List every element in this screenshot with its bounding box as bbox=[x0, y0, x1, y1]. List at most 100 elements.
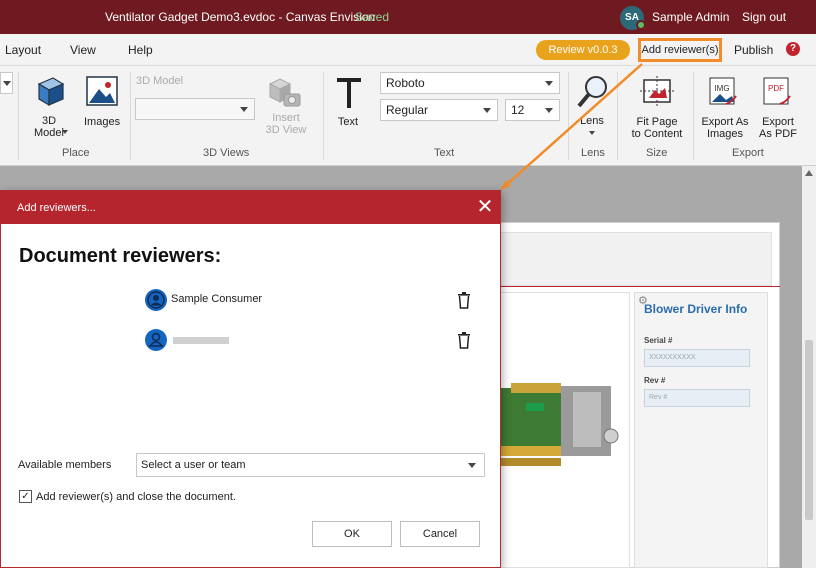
menu-layout[interactable]: Layout bbox=[5, 43, 41, 57]
chevron-down-icon bbox=[3, 81, 11, 86]
close-icon[interactable]: ✕ bbox=[475, 197, 495, 217]
trash-icon[interactable] bbox=[457, 291, 471, 312]
sign-out-link[interactable]: Sign out bbox=[742, 10, 786, 24]
export-images-button[interactable]: IMG bbox=[708, 76, 738, 111]
group-label-text: Text bbox=[434, 147, 455, 159]
lens-button[interactable] bbox=[576, 74, 610, 113]
export-pdf-label: Export As PDF bbox=[759, 116, 797, 140]
3d-model-caption: 3D Model bbox=[136, 75, 184, 87]
rev-field[interactable]: Rev # bbox=[644, 389, 750, 407]
model-view-region[interactable] bbox=[480, 292, 630, 568]
insert-3d-view-label: Insert 3D View bbox=[265, 112, 307, 136]
font-style-value: Regular bbox=[386, 103, 429, 117]
chevron-down-icon bbox=[468, 463, 476, 468]
user-name[interactable]: Sample Admin bbox=[652, 10, 729, 24]
ribbon-divider bbox=[18, 72, 19, 160]
group-label-place: Place bbox=[62, 147, 90, 159]
members-select[interactable]: Select a user or team bbox=[136, 453, 485, 477]
insert-3d-view-button[interactable] bbox=[266, 76, 302, 111]
cube-icon bbox=[37, 77, 65, 107]
header-divider bbox=[470, 286, 780, 287]
chevron-down-icon bbox=[240, 107, 248, 112]
menu-help[interactable]: Help bbox=[128, 43, 153, 57]
group-label-lens: Lens bbox=[581, 147, 605, 159]
lens-label: Lens bbox=[580, 115, 604, 127]
reviewers-heading: Document reviewers: bbox=[19, 245, 222, 267]
export-images-label: Export As Images bbox=[701, 116, 749, 140]
3d-model-button[interactable] bbox=[33, 74, 67, 111]
camera-cube-icon bbox=[268, 78, 301, 107]
rev-label: Rev # bbox=[644, 376, 666, 385]
font-size-value: 12 bbox=[511, 103, 525, 117]
dialog-title: Add reviewers... bbox=[17, 202, 96, 214]
ribbon-divider bbox=[323, 72, 324, 160]
reviewer-row bbox=[145, 329, 475, 353]
svg-text:IMG: IMG bbox=[714, 84, 729, 93]
trash-icon[interactable] bbox=[457, 331, 471, 352]
add-reviewers-dialog: Add reviewers... ✕ Document reviewers: S… bbox=[0, 190, 501, 568]
chevron-down-icon bbox=[545, 81, 553, 86]
magnifier-icon bbox=[577, 76, 607, 108]
user-avatar-icon bbox=[145, 289, 167, 311]
document-title: Ventilator Gadget Demo3.evdoc - Canvas E… bbox=[105, 10, 376, 24]
close-document-label[interactable]: Add reviewer(s) and close the document. bbox=[36, 491, 236, 503]
reviewer-row: Sample Consumer bbox=[145, 289, 475, 313]
info-panel-title: Blower Driver Info bbox=[644, 302, 748, 316]
scrollbar-thumb[interactable] bbox=[805, 340, 813, 520]
menu-bar: Layout View Help Review v0.0.3 Add revie… bbox=[0, 34, 816, 66]
serial-label: Serial # bbox=[644, 336, 673, 345]
add-reviewers-button[interactable]: Add reviewer(s) bbox=[638, 38, 722, 62]
reviewer-name: Sample Consumer bbox=[171, 293, 263, 305]
chevron-down-icon bbox=[483, 108, 491, 113]
3d-model-render[interactable] bbox=[491, 368, 641, 488]
document-header-region[interactable] bbox=[480, 232, 772, 286]
ribbon-divider bbox=[693, 72, 694, 160]
serial-placeholder: XXXXXXXXXX bbox=[649, 354, 696, 361]
pdf-file-icon: PDF bbox=[763, 77, 791, 105]
3d-model-select[interactable] bbox=[135, 98, 255, 120]
images-label: Images bbox=[84, 116, 121, 128]
font-family-value: Roboto bbox=[386, 76, 425, 90]
save-status: Saved bbox=[355, 10, 390, 24]
online-status-icon bbox=[636, 20, 646, 30]
chevron-down-icon bbox=[545, 108, 553, 113]
export-pdf-button[interactable]: PDF bbox=[762, 76, 792, 111]
info-panel[interactable] bbox=[634, 292, 768, 568]
img-file-icon: IMG bbox=[709, 77, 737, 105]
group-label-3d-views: 3D Views bbox=[203, 147, 250, 159]
group-label-size: Size bbox=[646, 147, 668, 159]
font-family-select[interactable]: Roboto bbox=[380, 72, 560, 94]
members-select-value: Select a user or team bbox=[141, 459, 246, 471]
user-avatar-icon bbox=[145, 329, 167, 351]
scroll-up-arrow-icon[interactable] bbox=[805, 170, 813, 176]
rev-placeholder: Rev # bbox=[649, 394, 668, 401]
ribbon-divider bbox=[130, 72, 131, 160]
review-version-badge[interactable]: Review v0.0.3 bbox=[536, 40, 630, 60]
close-document-checkbox[interactable]: ✓ bbox=[19, 490, 32, 503]
help-icon[interactable]: ? bbox=[786, 42, 800, 56]
svg-text:PDF: PDF bbox=[768, 84, 784, 93]
ok-button[interactable]: OK bbox=[312, 521, 392, 547]
font-size-select[interactable]: 12 bbox=[505, 99, 560, 121]
ribbon-collapsed-dropdown[interactable] bbox=[0, 72, 13, 94]
publish-button[interactable]: Publish bbox=[734, 43, 773, 57]
chevron-down-icon bbox=[62, 130, 68, 134]
font-style-select[interactable]: Regular bbox=[380, 99, 498, 121]
chevron-down-icon bbox=[589, 131, 595, 135]
text-t-icon bbox=[337, 78, 361, 108]
text-button[interactable] bbox=[334, 76, 364, 113]
images-button[interactable] bbox=[86, 76, 118, 109]
dialog-header: Add reviewers... ✕ bbox=[1, 191, 500, 224]
serial-field[interactable]: XXXXXXXXXX bbox=[644, 349, 750, 367]
ribbon-divider bbox=[617, 72, 618, 160]
ribbon-toolbar: 3D Model Images Place 3D Model Insert 3D… bbox=[0, 66, 816, 166]
image-icon bbox=[86, 76, 118, 106]
group-label-export: Export bbox=[732, 147, 764, 159]
reviewer-name-loading-bar bbox=[173, 337, 229, 344]
3d-model-label: 3D Model bbox=[34, 115, 64, 139]
ribbon-divider bbox=[568, 72, 569, 160]
cancel-button[interactable]: Cancel bbox=[400, 521, 480, 547]
menu-view[interactable]: View bbox=[70, 43, 96, 57]
fit-page-button[interactable] bbox=[640, 76, 674, 109]
fit-page-icon bbox=[640, 76, 674, 106]
